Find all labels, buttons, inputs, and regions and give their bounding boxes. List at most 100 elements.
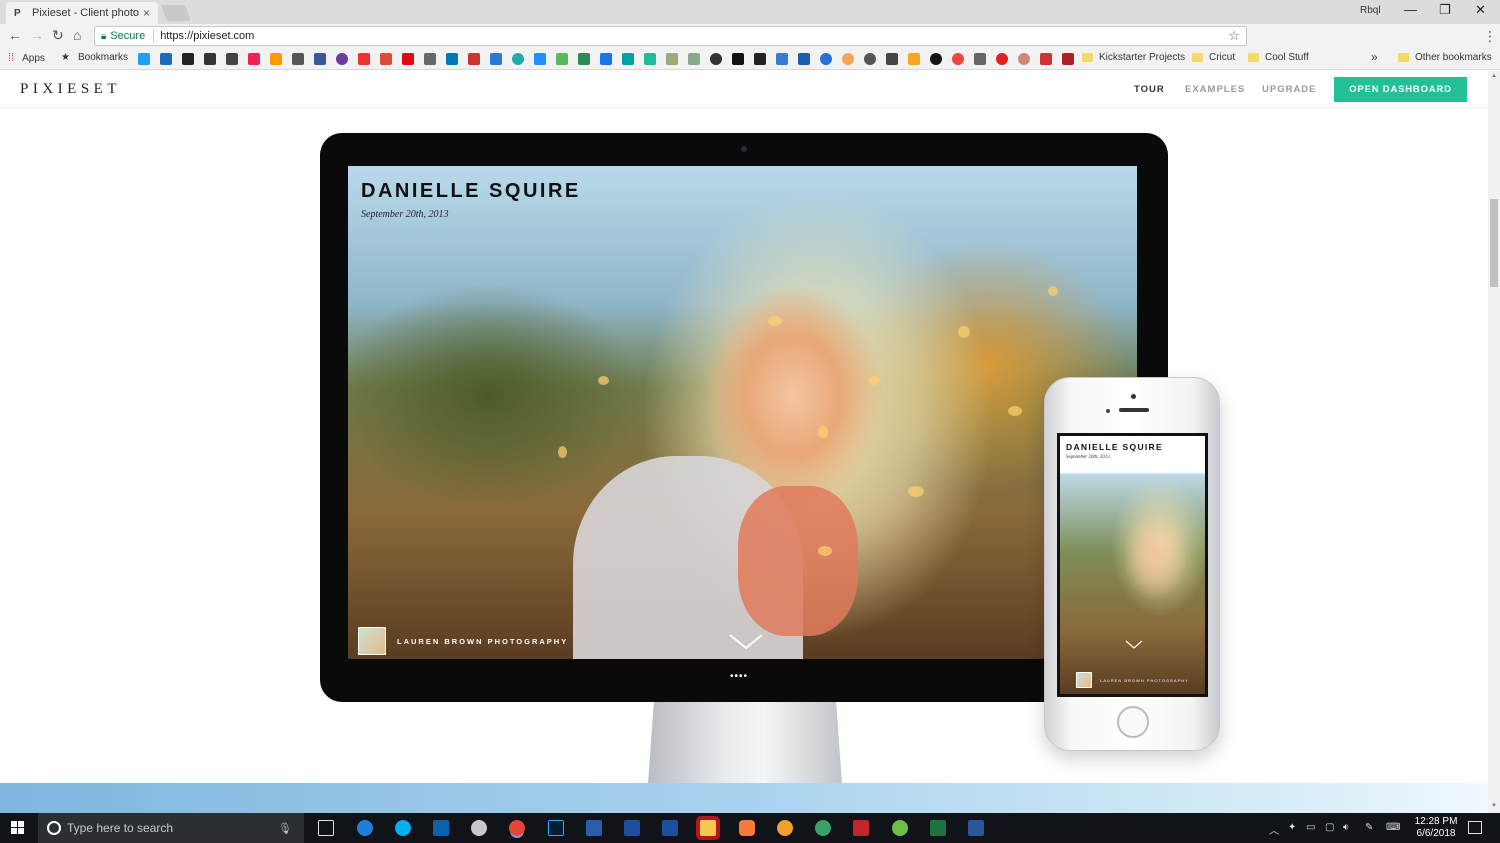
new-tab-button[interactable]	[161, 5, 191, 21]
bookmark-icon[interactable]	[512, 53, 524, 65]
bookmark-icon[interactable]	[600, 53, 612, 65]
bookmark-icon[interactable]	[556, 53, 568, 65]
nav-examples[interactable]: EXAMPLES	[1185, 84, 1245, 95]
bookmark-icon[interactable]	[996, 53, 1008, 65]
netflix-icon[interactable]	[402, 53, 414, 65]
task-view-icon[interactable]	[318, 820, 334, 836]
bookmark-icon[interactable]	[1018, 53, 1030, 65]
apps-shortcut[interactable]: ⁞⁞ Apps	[8, 52, 45, 64]
close-tab-icon[interactable]: ×	[143, 6, 150, 20]
page-scrollbar[interactable]: ▲ ▼	[1488, 71, 1500, 813]
linkedin-icon[interactable]	[446, 53, 458, 65]
other-bookmarks-folder[interactable]: Other bookmarks	[1398, 52, 1492, 63]
bookmark-icon[interactable]	[798, 53, 810, 65]
bookmark-folder-cool-stuff[interactable]: Cool Stuff	[1248, 52, 1309, 63]
bookmark-icon[interactable]	[754, 53, 766, 65]
dropbox-tray-icon[interactable]: ✦	[1288, 822, 1296, 833]
bookmark-icon[interactable]	[622, 53, 634, 65]
profile-name[interactable]: Rbql	[1360, 5, 1381, 16]
bookmarks-overflow-icon[interactable]: »	[1371, 50, 1378, 64]
bookmark-icon[interactable]	[490, 53, 502, 65]
bookmark-icon[interactable]	[358, 53, 370, 65]
pixieset-logo[interactable]: PIXIESET	[20, 81, 121, 98]
amazon-icon[interactable]	[270, 53, 282, 65]
bookmarks-folder[interactable]: ★ Bookmarks	[61, 52, 128, 63]
display-icon[interactable]: ▢	[1325, 822, 1334, 833]
edge-icon[interactable]	[357, 820, 373, 836]
bookmark-folder-kickstarter[interactable]: Kickstarter Projects	[1082, 52, 1185, 63]
bookmark-icon[interactable]	[908, 53, 920, 65]
outlook-icon[interactable]	[433, 820, 449, 836]
minimize-icon[interactable]: —	[1404, 2, 1417, 17]
bookmark-icon[interactable]	[776, 53, 788, 65]
twitter-icon[interactable]	[138, 53, 150, 65]
open-dashboard-button[interactable]: OPEN DASHBOARD	[1334, 77, 1467, 102]
app-icon[interactable]	[739, 820, 755, 836]
slide-pager-dots[interactable]: ••••	[730, 671, 748, 682]
menu-kebab-icon[interactable]: ⋮	[1483, 28, 1497, 45]
battery-icon[interactable]: ▭	[1306, 822, 1315, 833]
scroll-up-icon[interactable]: ▲	[1491, 73, 1497, 79]
bookmark-icon[interactable]	[204, 53, 216, 65]
bookmark-icon[interactable]	[842, 53, 854, 65]
bookmark-star-icon[interactable]: ☆	[1228, 28, 1240, 44]
google-icon[interactable]	[380, 53, 392, 65]
bookmark-icon[interactable]	[182, 53, 194, 65]
bookmark-folder-cricut[interactable]: Cricut	[1192, 52, 1235, 63]
vimeo-icon[interactable]	[160, 53, 172, 65]
camera-icon[interactable]	[974, 53, 986, 65]
bookmark-icon[interactable]	[424, 53, 436, 65]
bookmark-icon[interactable]	[226, 53, 238, 65]
close-window-icon[interactable]: ✕	[1475, 2, 1486, 18]
bookmark-icon[interactable]	[952, 53, 964, 65]
revit-icon[interactable]	[662, 820, 678, 836]
bookmark-icon[interactable]	[1062, 53, 1074, 65]
nav-tour[interactable]: TOUR	[1134, 84, 1165, 95]
word-icon[interactable]	[968, 820, 984, 836]
facebook-icon[interactable]	[314, 53, 326, 65]
bookmark-icon[interactable]	[534, 53, 546, 65]
bookmark-icon[interactable]	[820, 53, 832, 65]
excel-icon[interactable]	[930, 820, 946, 836]
address-bar[interactable]: 🔒︎ Secure https://pixieset.com ☆	[94, 26, 1247, 46]
app-icon[interactable]	[777, 820, 793, 836]
scroll-down-icon[interactable]: ▼	[1491, 803, 1497, 809]
forward-icon[interactable]: →	[30, 27, 44, 43]
photoshop-icon[interactable]	[548, 820, 564, 836]
keyboard-icon[interactable]: ⌨	[1386, 822, 1400, 833]
bookmark-icon[interactable]	[666, 53, 678, 65]
skype-icon[interactable]	[395, 820, 411, 836]
bookmark-icon[interactable]	[248, 53, 260, 65]
taskbar-search-box[interactable]: Type here to search 🎙︎	[38, 813, 304, 843]
bookmark-icon[interactable]	[336, 53, 348, 65]
bookmark-icon[interactable]	[578, 53, 590, 65]
bookmark-icon[interactable]	[1040, 53, 1052, 65]
bookmark-icon[interactable]	[688, 53, 700, 65]
back-icon[interactable]: ←	[8, 27, 22, 43]
chrome-icon[interactable]	[509, 820, 525, 836]
bookmark-icon[interactable]	[292, 53, 304, 65]
taskbar-clock[interactable]: 12:28 PM 6/6/2018	[1406, 816, 1466, 840]
restore-icon[interactable]: ❐	[1439, 2, 1451, 18]
bookmark-icon[interactable]	[864, 53, 876, 65]
bookmark-icon[interactable]	[886, 53, 898, 65]
bookmark-icon[interactable]	[710, 53, 722, 65]
show-hidden-icons-icon[interactable]: ︿	[1269, 822, 1279, 837]
windows-start-icon[interactable]	[11, 821, 25, 835]
home-icon[interactable]: ⌂	[73, 27, 81, 43]
bookmark-icon[interactable]	[468, 53, 480, 65]
scrollbar-thumb[interactable]	[1490, 199, 1498, 287]
nav-upgrade[interactable]: UPGRADE	[1262, 84, 1317, 95]
volume-icon[interactable]: 🔉︎	[1343, 822, 1349, 833]
reload-icon[interactable]: ↻	[52, 27, 64, 44]
browser-tab[interactable]: P Pixieset - Client photo ga ×	[6, 2, 158, 24]
paint-icon[interactable]	[471, 820, 487, 836]
scroll-down-chevron-icon[interactable]	[729, 634, 763, 650]
file-explorer-icon[interactable]	[700, 820, 716, 836]
bookmark-icon[interactable]	[732, 53, 744, 65]
bookmark-icon[interactable]	[644, 53, 656, 65]
spotify-icon[interactable]	[930, 53, 942, 65]
action-center-icon[interactable]	[1468, 821, 1482, 834]
revit-icon[interactable]	[586, 820, 602, 836]
revit-icon[interactable]	[624, 820, 640, 836]
